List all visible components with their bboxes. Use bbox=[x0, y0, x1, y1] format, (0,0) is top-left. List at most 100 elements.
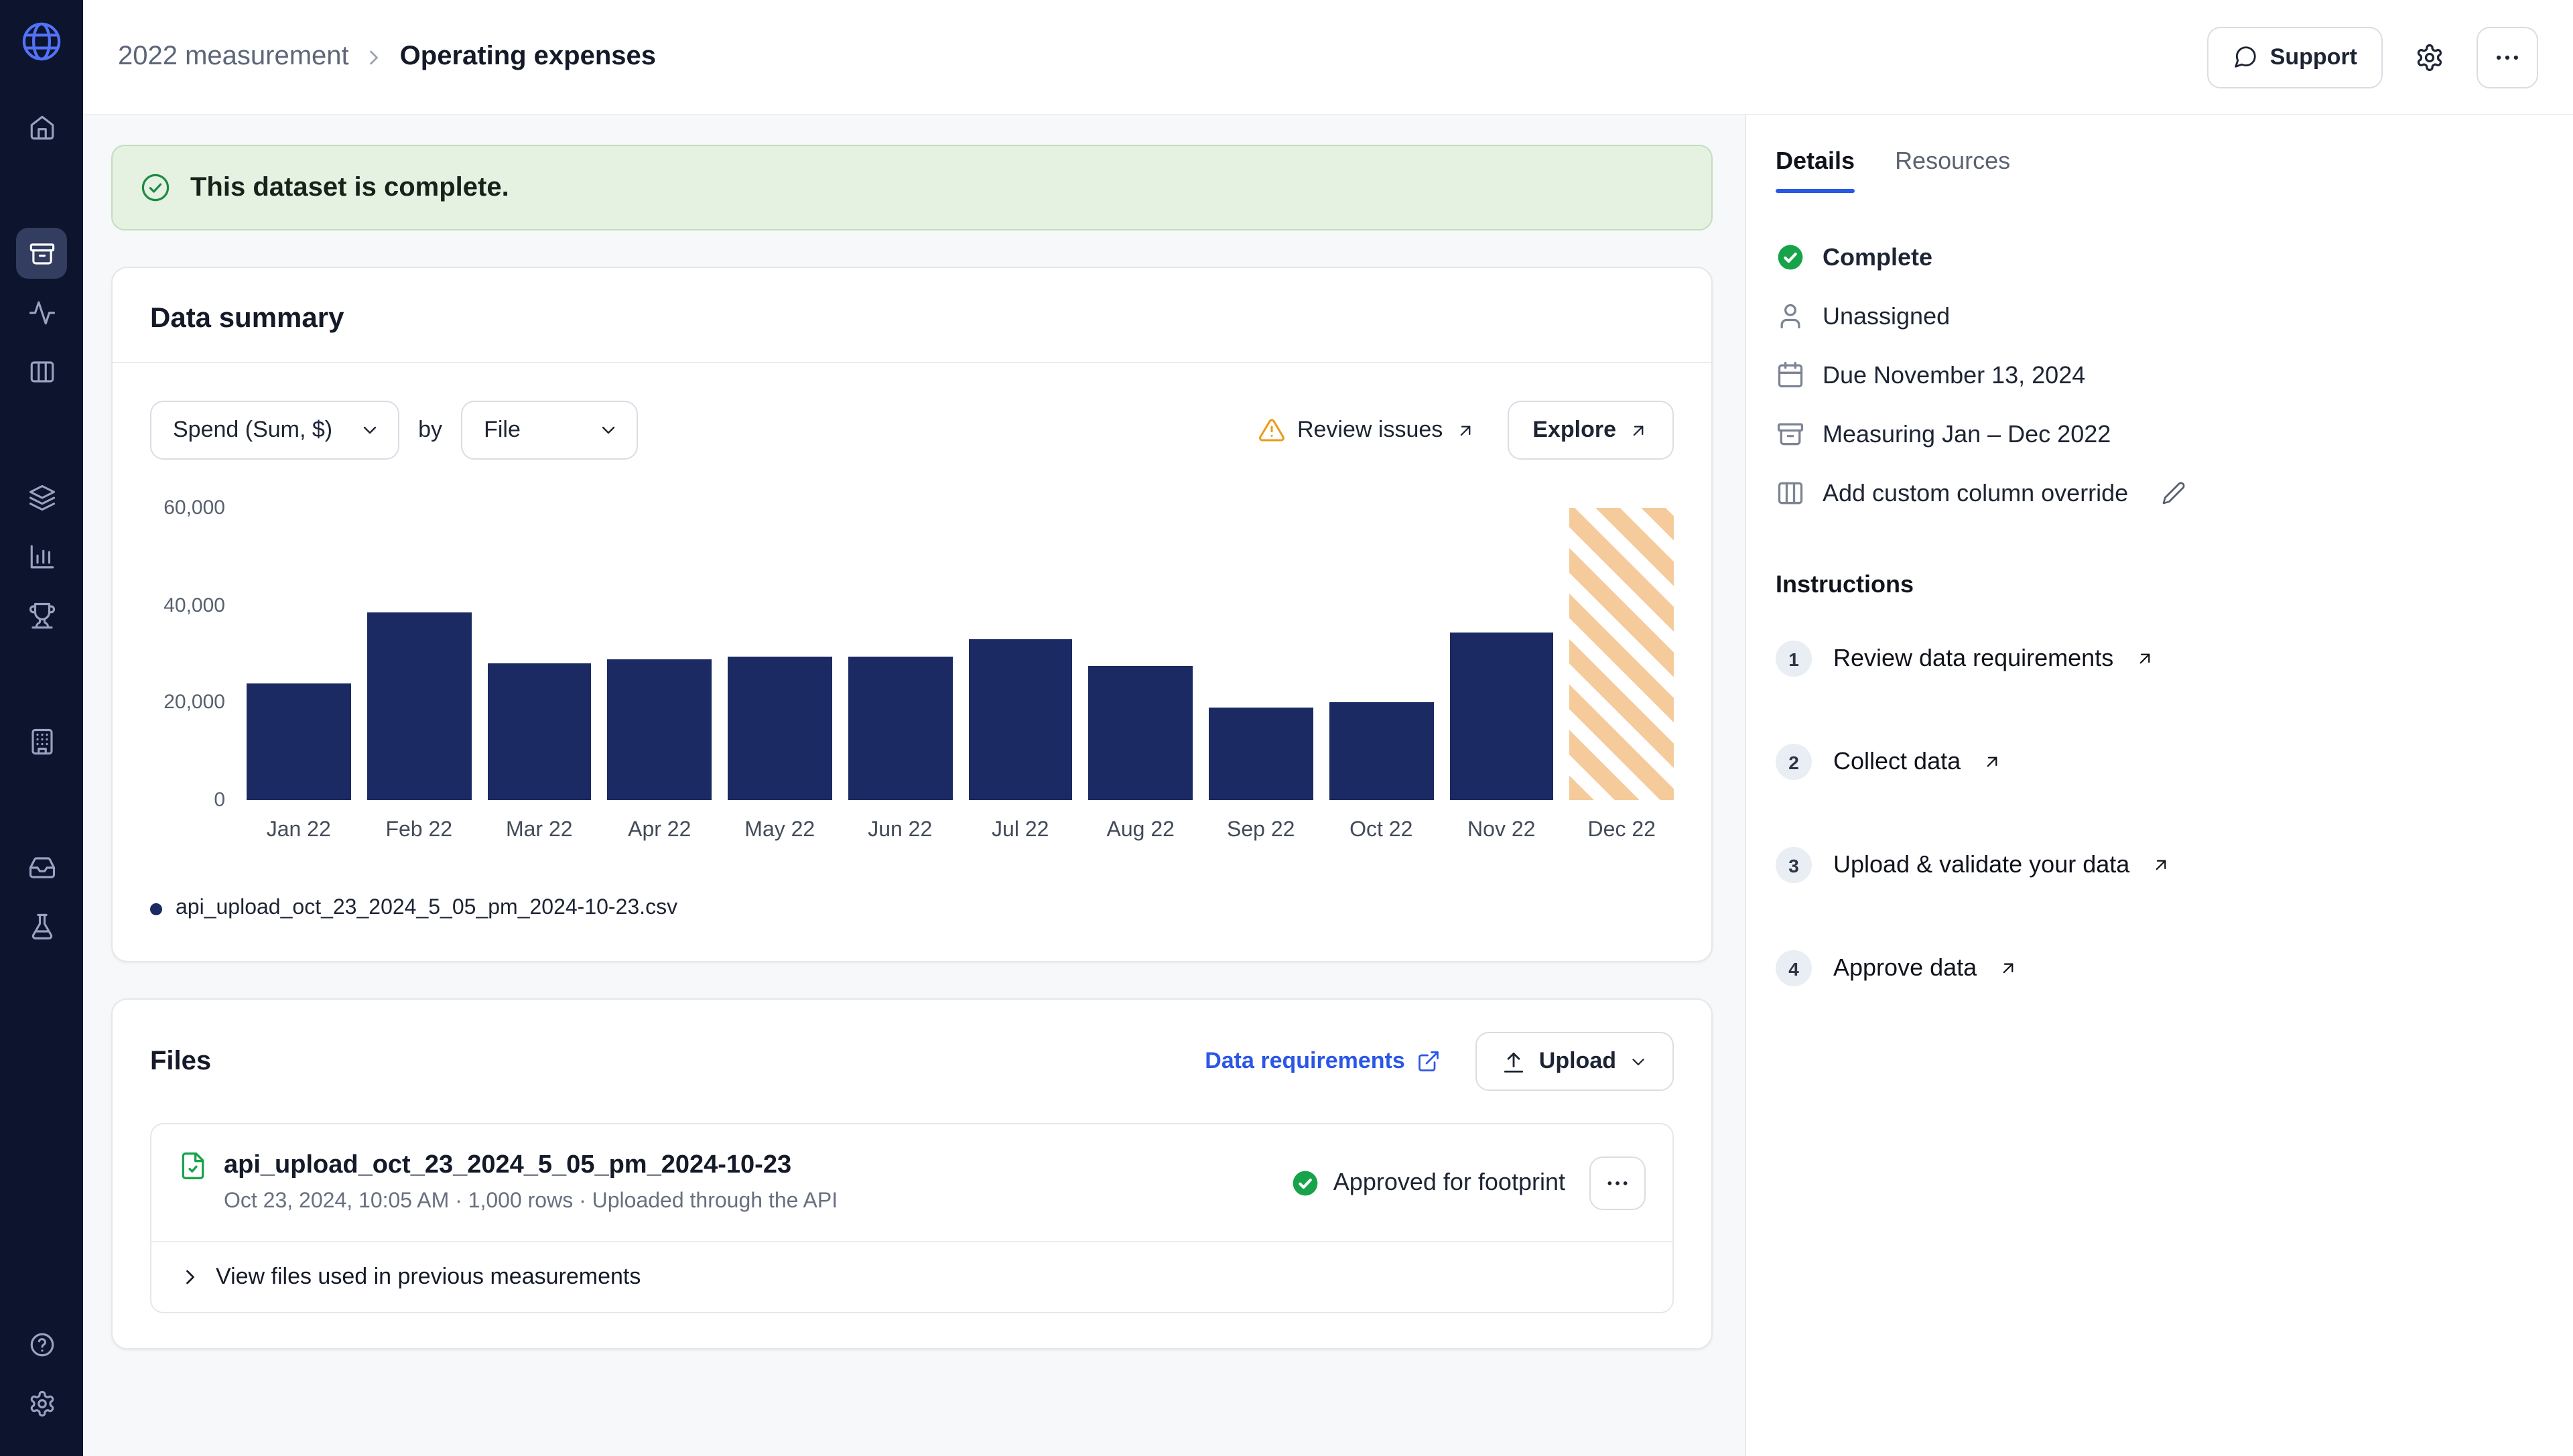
status-row-due-date: Due November 13, 2024 bbox=[1776, 346, 2538, 405]
check-circle-filled-icon bbox=[1776, 243, 1805, 272]
file-row[interactable]: api_upload_oct_23_2024_5_05_pm_2024-10-2… bbox=[151, 1124, 1672, 1241]
x-axis-tick-label: Sep 22 bbox=[1209, 819, 1313, 843]
chart-bar[interactable] bbox=[1209, 708, 1313, 800]
x-axis-tick-label: Aug 22 bbox=[1089, 819, 1193, 843]
chart-bar[interactable] bbox=[608, 659, 712, 800]
chart-bar[interactable] bbox=[487, 664, 592, 800]
sidebar-item-goals[interactable] bbox=[16, 590, 67, 641]
chart-bar[interactable] bbox=[968, 639, 1073, 800]
status-row-complete: Complete bbox=[1776, 228, 2538, 287]
sidebar-item-help[interactable] bbox=[16, 1319, 67, 1370]
chevron-right-icon bbox=[178, 1265, 202, 1289]
status-row-measurement-period: Measuring Jan – Dec 2022 bbox=[1776, 405, 2538, 464]
upload-button[interactable]: Upload bbox=[1476, 1032, 1674, 1091]
data-requirements-label: Data requirements bbox=[1205, 1048, 1405, 1075]
details-panel: Details Resources Complete Unassigned bbox=[1745, 115, 2573, 1456]
header-more-button[interactable] bbox=[2477, 26, 2538, 88]
details-tabs: Details Resources bbox=[1776, 147, 2538, 193]
status-row-assignee[interactable]: Unassigned bbox=[1776, 287, 2538, 346]
flask-icon bbox=[27, 912, 56, 940]
instruction-step-approve-data[interactable]: 4 Approve data bbox=[1776, 917, 2538, 1020]
app-logo-globe-icon[interactable] bbox=[19, 19, 64, 64]
ellipsis-icon bbox=[2493, 42, 2522, 72]
by-label: by bbox=[418, 417, 442, 444]
x-axis-tick-label: May 22 bbox=[728, 819, 832, 843]
chart-y-axis: 020,00040,00060,000 bbox=[150, 508, 247, 800]
status-label: Add custom column override bbox=[1823, 479, 2128, 507]
sidebar-item-charts[interactable] bbox=[16, 531, 67, 582]
edit-custom-column-button[interactable] bbox=[2162, 481, 2186, 505]
x-axis-tick-label: Jan 22 bbox=[247, 819, 351, 843]
data-summary-header: Data summary bbox=[113, 268, 1711, 363]
sidebar-item-settings[interactable] bbox=[16, 1378, 67, 1429]
status-label: Measuring Jan – Dec 2022 bbox=[1823, 420, 2111, 448]
inbox-icon bbox=[27, 853, 56, 881]
support-button-label: Support bbox=[2270, 44, 2357, 70]
header-settings-button[interactable] bbox=[2399, 26, 2460, 88]
tab-resources[interactable]: Resources bbox=[1895, 147, 2010, 193]
sidebar-item-activity[interactable] bbox=[16, 287, 67, 338]
file-list: api_upload_oct_23_2024_5_05_pm_2024-10-2… bbox=[150, 1123, 1674, 1313]
chart-bar[interactable] bbox=[1449, 632, 1554, 800]
chart-bar[interactable] bbox=[367, 612, 472, 800]
chart-plot bbox=[247, 508, 1674, 800]
sidebar-item-datasets[interactable] bbox=[16, 228, 67, 279]
sidebar-item-layers[interactable] bbox=[16, 472, 67, 523]
group-by-select-value: File bbox=[484, 417, 521, 444]
sidebar-item-organization[interactable] bbox=[16, 716, 67, 767]
x-axis-tick-label: Jun 22 bbox=[848, 819, 953, 843]
x-axis-tick-label: Oct 22 bbox=[1329, 819, 1434, 843]
support-button[interactable]: Support bbox=[2207, 26, 2383, 88]
files-card: Files Data requirements Upload bbox=[111, 998, 1713, 1349]
status-label: Due November 13, 2024 bbox=[1823, 361, 2085, 389]
warning-triangle-icon bbox=[1258, 417, 1285, 444]
y-axis-tick-label: 40,000 bbox=[163, 594, 225, 616]
sidebar-item-experiments[interactable] bbox=[16, 901, 67, 951]
legend-dot bbox=[150, 903, 162, 915]
review-issues-link[interactable]: Review issues bbox=[1258, 417, 1475, 444]
review-issues-label: Review issues bbox=[1297, 417, 1443, 444]
arrow-up-right-icon bbox=[1455, 420, 1475, 440]
file-more-button[interactable] bbox=[1589, 1156, 1646, 1209]
upload-button-label: Upload bbox=[1539, 1048, 1616, 1075]
breadcrumb-parent-link[interactable]: 2022 measurement bbox=[118, 42, 349, 72]
chart-bar-no-data[interactable] bbox=[1570, 508, 1674, 800]
building-icon bbox=[27, 727, 56, 755]
explore-button[interactable]: Explore bbox=[1507, 401, 1674, 460]
legend-series-label: api_upload_oct_23_2024_5_05_pm_2024-10-2… bbox=[176, 897, 677, 921]
sidebar bbox=[0, 0, 83, 1456]
file-name[interactable]: api_upload_oct_23_2024_5_05_pm_2024-10-2… bbox=[224, 1151, 791, 1181]
data-requirements-link[interactable]: Data requirements bbox=[1205, 1048, 1441, 1075]
step-label: Upload & validate your data bbox=[1833, 851, 2129, 879]
sidebar-item-inbox[interactable] bbox=[16, 842, 67, 892]
instruction-step-review-requirements[interactable]: 1 Review data requirements bbox=[1776, 607, 2538, 710]
step-number-badge: 1 bbox=[1776, 641, 1812, 677]
instruction-step-upload-validate[interactable]: 3 Upload & validate your data bbox=[1776, 813, 2538, 917]
chart-bar[interactable] bbox=[848, 657, 953, 800]
previous-files-toggle[interactable]: View files used in previous measurements bbox=[151, 1241, 1672, 1312]
x-axis-tick-label: Feb 22 bbox=[367, 819, 472, 843]
calendar-icon bbox=[1776, 360, 1805, 390]
instruction-step-collect-data[interactable]: 2 Collect data bbox=[1776, 710, 2538, 813]
person-icon bbox=[1776, 302, 1805, 331]
status-row-custom-column[interactable]: Add custom column override bbox=[1776, 464, 2538, 523]
y-axis-tick-label: 60,000 bbox=[163, 497, 225, 519]
step-label: Approve data bbox=[1833, 954, 1977, 982]
chart-bar[interactable] bbox=[1089, 666, 1193, 800]
chart-bar[interactable] bbox=[1329, 703, 1434, 800]
check-circle-icon bbox=[139, 172, 172, 204]
x-axis-tick-label: Dec 22 bbox=[1570, 819, 1674, 843]
sidebar-item-home[interactable] bbox=[16, 102, 67, 153]
metric-select[interactable]: Spend (Sum, $) bbox=[150, 401, 399, 460]
step-number-badge: 4 bbox=[1776, 950, 1812, 986]
group-by-select[interactable]: File bbox=[461, 401, 638, 460]
sidebar-item-table[interactable] bbox=[16, 346, 67, 397]
tab-details[interactable]: Details bbox=[1776, 147, 1855, 193]
breadcrumb-chevron-icon bbox=[362, 45, 387, 69]
chart-bar[interactable] bbox=[247, 683, 351, 800]
page-title: Operating expenses bbox=[400, 42, 656, 72]
chart-bar[interactable] bbox=[728, 657, 832, 800]
metric-select-value: Spend (Sum, $) bbox=[173, 417, 332, 444]
layers-icon bbox=[27, 483, 56, 511]
step-number-badge: 3 bbox=[1776, 847, 1812, 883]
